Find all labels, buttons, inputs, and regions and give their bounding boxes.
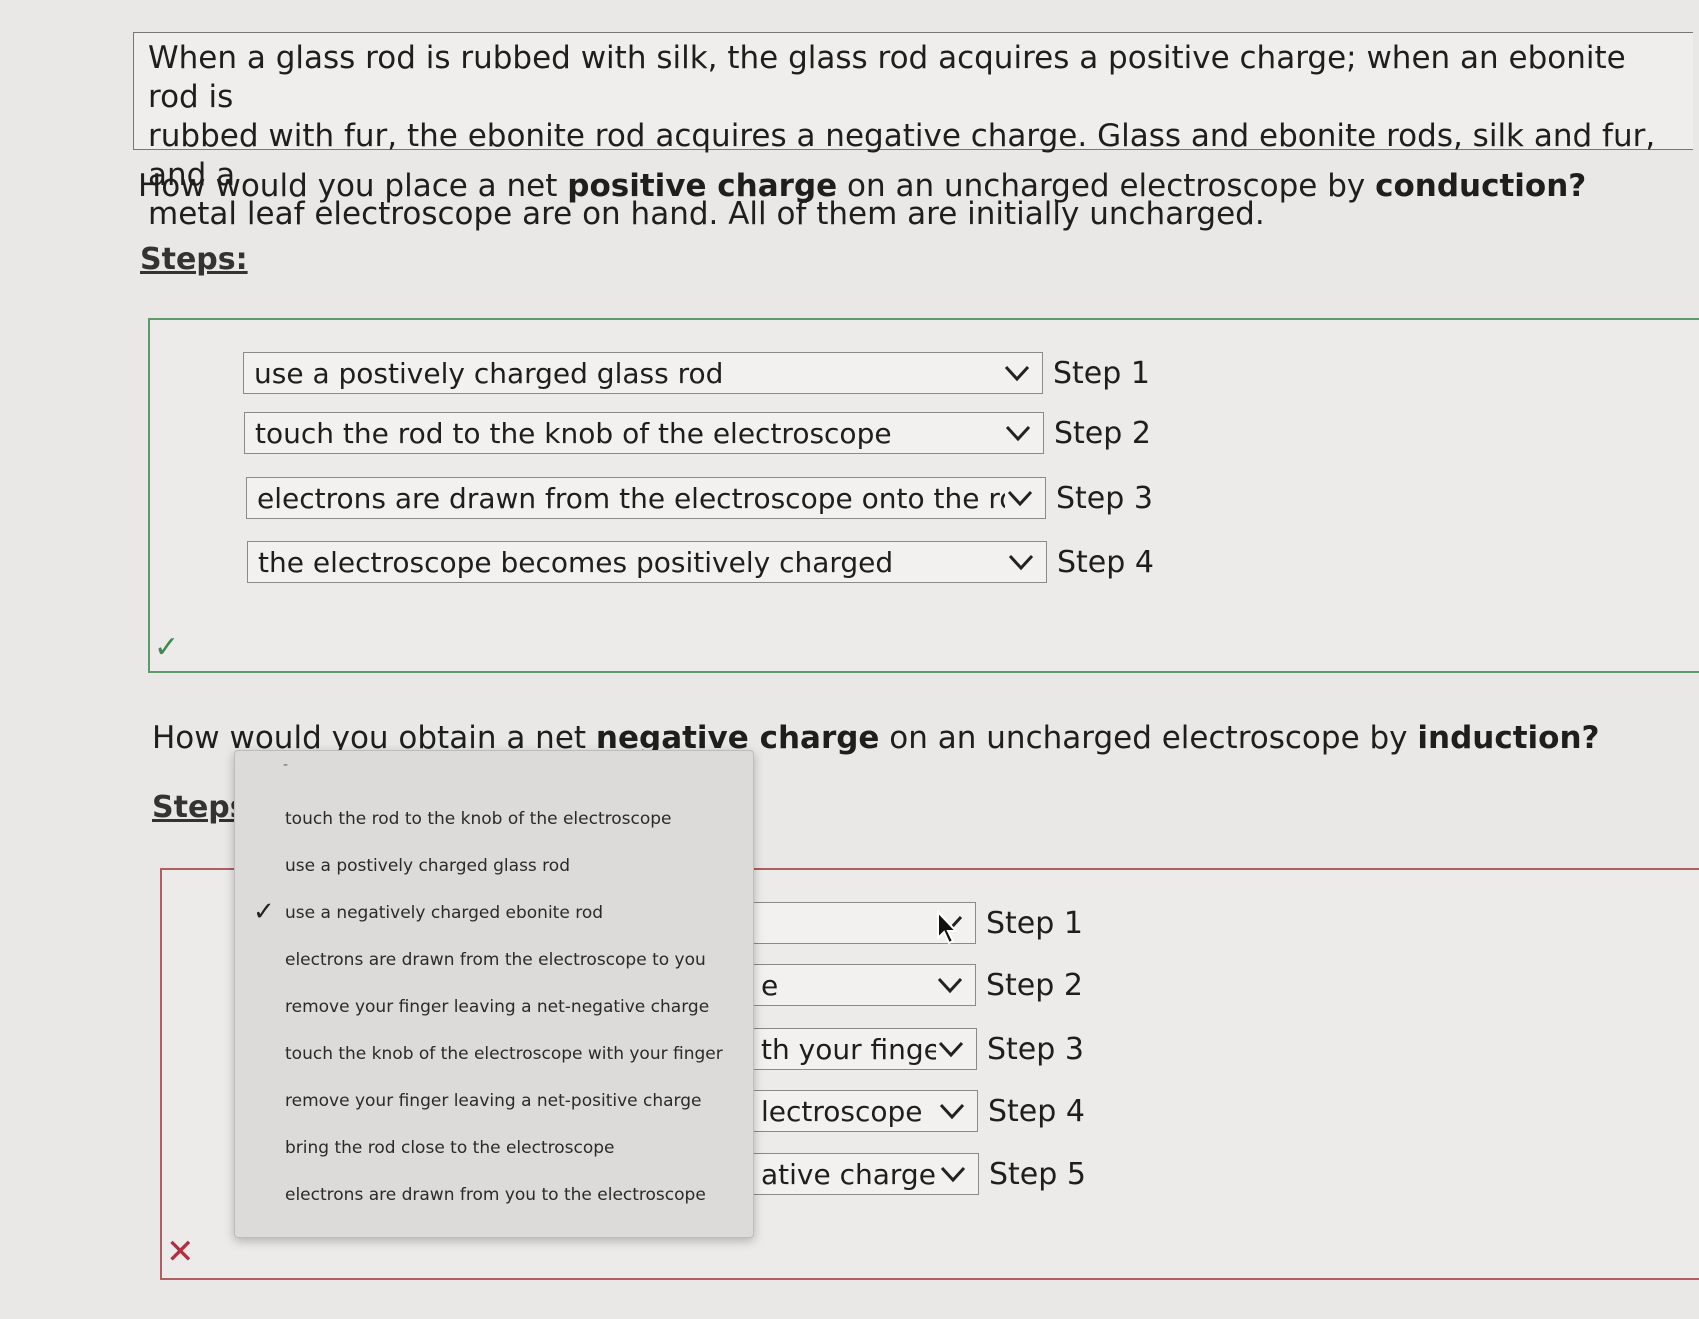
chevron-down-icon [939,1103,965,1120]
select-value: use a postively charged glass rod [254,356,724,390]
step-label: Step 2 [1054,415,1151,451]
chevron-down-icon [938,1041,964,1058]
question-2-emphasis-b: induction? [1417,720,1600,756]
q2-step-row: ative charge Step 5 [750,1153,1086,1195]
dropdown-option[interactable]: remove your finger leaving a net-positiv… [285,1091,701,1111]
q2-step-select[interactable]: e [750,964,976,1006]
select-value: e [761,968,779,1002]
x-icon: ✕ [166,1232,195,1272]
q2-step-row: lectroscope Step 4 [750,1090,1085,1132]
dropdown-option[interactable]: electrons are drawn from the electroscop… [285,950,706,970]
problem-line-1: When a glass rod is rubbed with silk, th… [148,40,1626,115]
problem-statement: When a glass rod is rubbed with silk, th… [133,32,1693,232]
question-1: How would you place a net positive charg… [138,168,1586,204]
dropdown-option[interactable]: use a postively charged glass rod [285,856,570,876]
question-1-emphasis-a: positive charge [567,168,838,204]
check-icon: ✓ [154,630,180,665]
chevron-down-icon [937,977,963,994]
step-label: Step 3 [987,1031,1084,1067]
step-label: Step 4 [1057,544,1154,580]
dropdown-option[interactable]: touch the rod to the knob of the electro… [285,809,671,829]
select-value: ative charge [761,1157,936,1191]
dropdown-option[interactable]: bring the rod close to the electroscope [285,1138,614,1158]
question-1-text-a: How would you place a net [138,168,568,204]
chevron-down-icon [1005,425,1031,442]
q2-step-row: th your finger Step 3 [750,1028,1084,1070]
chevron-down-icon [1004,365,1030,382]
q1-step-select[interactable]: electrons are drawn from the electroscop… [246,477,1046,519]
question-1-text-b: on an uncharged electroscope by [837,168,1376,204]
select-value: the electroscope becomes positively char… [258,545,894,579]
step-1-dropdown-list[interactable]: - touch the rod to the knob of the elect… [234,750,754,1238]
select-value: lectroscope [761,1094,923,1128]
q1-step-select[interactable]: use a postively charged glass rod [243,352,1043,394]
q1-step-row: the electroscope becomes positively char… [247,541,1154,583]
q2-step-select[interactable]: ative charge [750,1153,979,1195]
dropdown-option[interactable]: touch the knob of the electroscope with … [285,1044,723,1064]
steps-label-1: Steps: [140,242,248,277]
step-label: Step 1 [986,905,1083,941]
chevron-down-icon [940,1166,966,1183]
selected-check-icon: ✓ [253,897,275,927]
q1-step-select[interactable]: touch the rod to the knob of the electro… [244,412,1044,454]
dropdown-option[interactable]: remove your finger leaving a net-negativ… [285,997,709,1017]
mouse-cursor-icon [937,910,959,945]
chevron-down-icon [1008,554,1034,571]
chevron-down-icon [1007,490,1033,507]
q1-step-row: use a postively charged glass rod Step 1 [243,352,1150,394]
question-2-text-b: on an uncharged electroscope by [879,720,1418,756]
select-value: th your finger [761,1032,936,1066]
q2-step-select[interactable]: lectroscope [750,1090,978,1132]
dropdown-option[interactable]: use a negatively charged ebonite rod [285,903,603,923]
step-label: Step 5 [989,1156,1086,1192]
q2-step-row: e Step 2 [750,964,1083,1006]
dropdown-placeholder[interactable]: - [283,757,288,773]
q1-step-row: electrons are drawn from the electroscop… [246,477,1153,519]
q1-step-row: touch the rod to the knob of the electro… [244,412,1151,454]
dropdown-option[interactable]: electrons are drawn from you to the elec… [285,1185,706,1205]
select-value: touch the rod to the knob of the electro… [255,416,892,450]
step-label: Step 1 [1053,355,1150,391]
step-label: Step 4 [988,1093,1085,1129]
q2-step-select[interactable]: th your finger [750,1028,977,1070]
step-label: Step 2 [986,967,1083,1003]
q1-step-select[interactable]: the electroscope becomes positively char… [247,541,1047,583]
step-label: Step 3 [1056,480,1153,516]
select-value: electrons are drawn from the electroscop… [257,481,1005,515]
q2-step-row: Step 1 [750,902,1083,944]
question-1-emphasis-b: conduction? [1375,168,1587,204]
